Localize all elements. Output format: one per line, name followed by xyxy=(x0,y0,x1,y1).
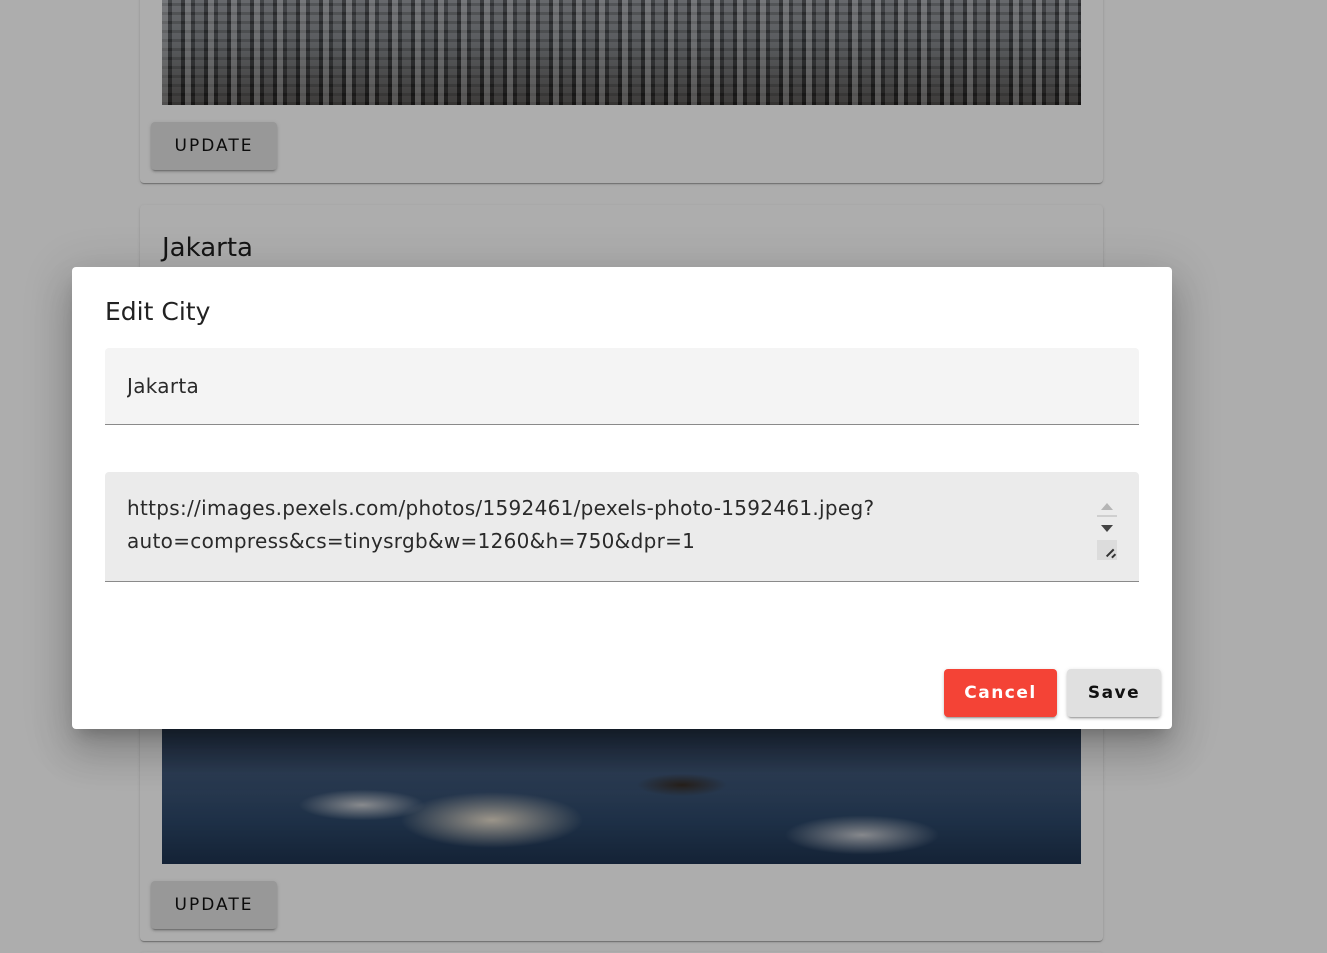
city-name-input[interactable] xyxy=(127,370,1117,402)
scroll-up-arrow-icon[interactable] xyxy=(1101,503,1113,510)
image-url-textarea[interactable]: https://images.pexels.com/photos/1592461… xyxy=(127,492,1087,562)
city-name-field xyxy=(105,348,1139,425)
scroll-down-arrow-icon[interactable] xyxy=(1101,525,1113,532)
textarea-scroll-controls xyxy=(1097,494,1117,560)
edit-city-dialog: Edit City https://images.pexels.com/phot… xyxy=(72,267,1172,729)
resize-handle-icon[interactable] xyxy=(1097,540,1117,560)
save-button[interactable]: Save xyxy=(1067,669,1161,717)
cancel-button[interactable]: Cancel xyxy=(944,669,1057,717)
dialog-title: Edit City xyxy=(105,297,211,326)
image-url-field: https://images.pexels.com/photos/1592461… xyxy=(105,472,1139,582)
scroll-track xyxy=(1097,515,1117,517)
